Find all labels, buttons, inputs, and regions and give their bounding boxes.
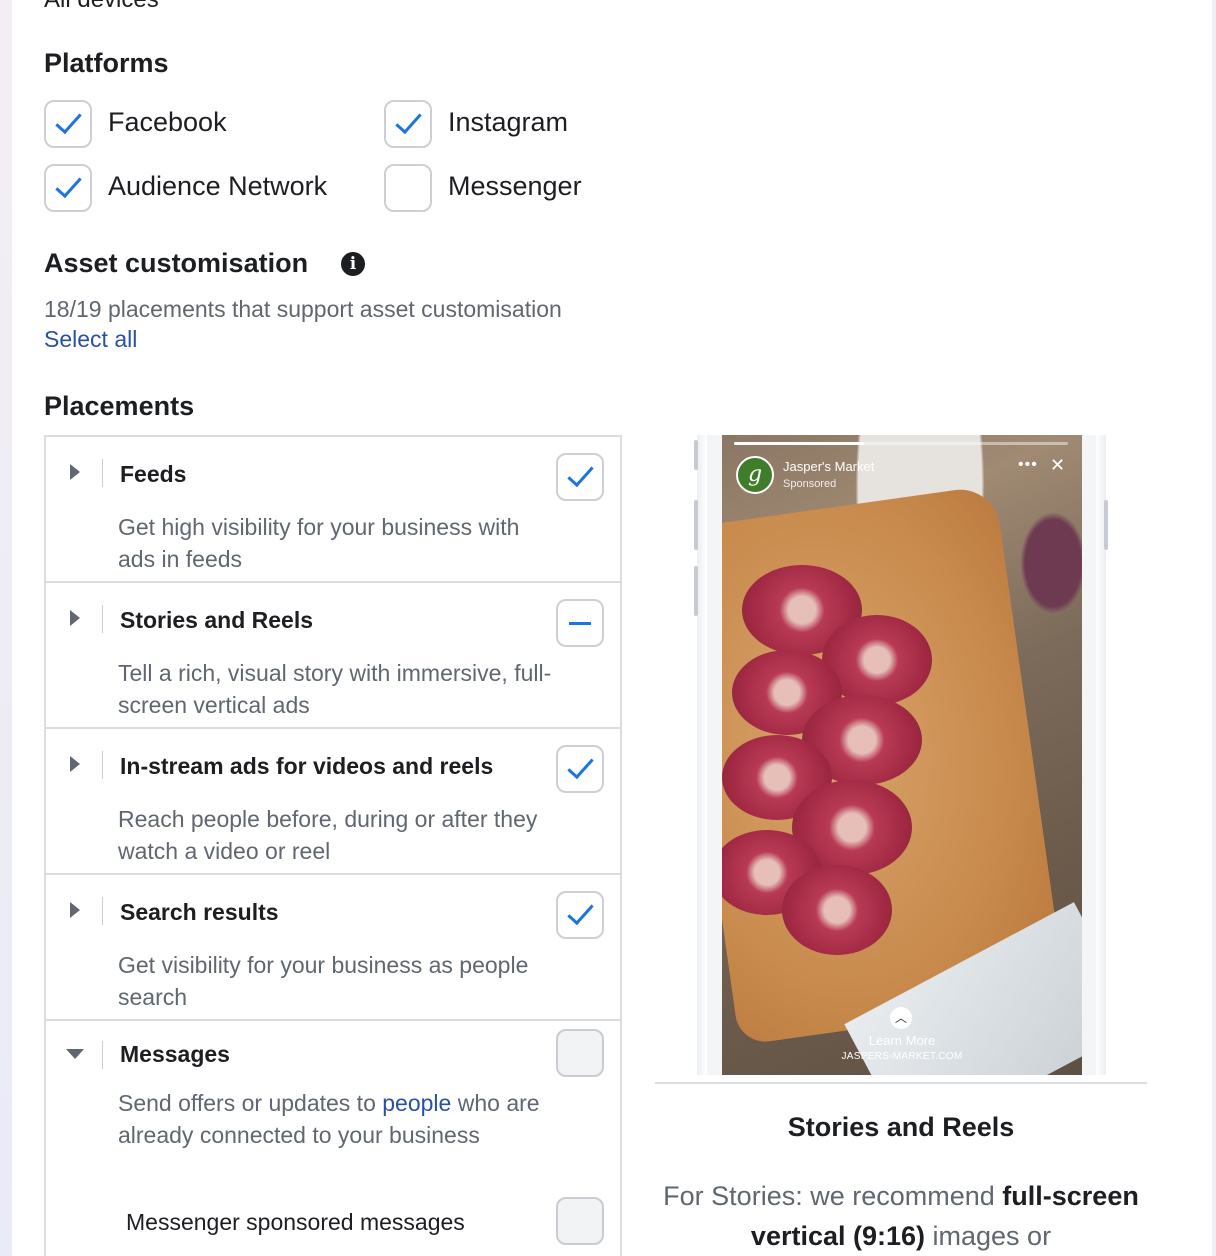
divider bbox=[102, 459, 103, 487]
ad-domain: JASPERS-MARKET.COM bbox=[841, 1051, 963, 1062]
placement-title: Stories and Reels bbox=[120, 607, 314, 633]
brand-logo[interactable]: g bbox=[736, 456, 774, 494]
placement-description: Tell a rich, visual story with immersive… bbox=[118, 660, 552, 718]
chevron-up-icon[interactable]: ︿ bbox=[890, 1007, 912, 1029]
expand-caret-icon[interactable] bbox=[70, 756, 80, 772]
placement-row-feeds: Feeds Get high visibility for your busin… bbox=[46, 437, 620, 583]
messenger-checkbox[interactable] bbox=[384, 164, 432, 212]
placements-list: Feeds Get high visibility for your busin… bbox=[44, 435, 622, 1256]
facebook-label[interactable]: Facebook bbox=[108, 107, 227, 138]
feeds-checkbox[interactable] bbox=[556, 453, 604, 501]
close-icon[interactable]: ✕ bbox=[1050, 455, 1065, 476]
divider bbox=[102, 605, 103, 633]
placement-description: Get high visibility for your business wi… bbox=[118, 514, 520, 572]
placement-description: Reach people before, during or after the… bbox=[118, 806, 538, 864]
placement-title: In-stream ads for videos and reels bbox=[120, 753, 494, 779]
placement-description: Get visibility for your business as peop… bbox=[118, 952, 529, 1010]
divider bbox=[102, 751, 103, 779]
divider bbox=[102, 1041, 103, 1069]
more-icon[interactable]: ••• bbox=[1018, 456, 1038, 474]
preview-divider bbox=[655, 1082, 1147, 1084]
messenger-label[interactable]: Messenger bbox=[448, 171, 582, 202]
asset-customisation-title: Asset customisation bbox=[44, 248, 309, 278]
collapse-caret-icon[interactable] bbox=[66, 1049, 84, 1059]
stories-reels-checkbox[interactable] bbox=[556, 599, 604, 647]
placement-title: Search results bbox=[120, 899, 279, 925]
story-progress-fill bbox=[734, 442, 865, 445]
devices-heading-partial: All devices bbox=[44, 0, 159, 14]
placement-row-search-results: Search results Get visibility for your b… bbox=[46, 875, 620, 1021]
instagram-checkbox[interactable] bbox=[384, 100, 432, 148]
phone-side-button bbox=[694, 440, 698, 470]
placement-description: Send offers or updates to people who are… bbox=[118, 1090, 540, 1148]
scroll-edge bbox=[1212, 0, 1216, 1256]
expand-caret-icon[interactable] bbox=[70, 902, 80, 918]
placement-title: Messages bbox=[120, 1041, 230, 1067]
placement-row-stories-reels: Stories and Reels Tell a rich, visual st… bbox=[46, 583, 620, 729]
sponsored-label: Sponsored bbox=[783, 478, 837, 490]
preview-description: For Stories: we recommend full-screen ve… bbox=[663, 1181, 1139, 1251]
learn-more-cta[interactable]: Learn More bbox=[722, 1033, 1082, 1048]
divider bbox=[102, 897, 103, 925]
search-results-checkbox[interactable] bbox=[556, 891, 604, 939]
phone-side-button bbox=[1104, 500, 1108, 550]
audience-network-label[interactable]: Audience Network bbox=[108, 171, 327, 202]
phone-side-button bbox=[694, 500, 698, 550]
info-icon[interactable]: i bbox=[341, 252, 365, 276]
placement-row-in-stream: In-stream ads for videos and reels Reach… bbox=[46, 729, 620, 875]
placements-title: Placements bbox=[44, 391, 195, 421]
messenger-sponsored-label: Messenger sponsored messages bbox=[126, 1209, 465, 1235]
phone-frame-left bbox=[697, 435, 707, 1075]
platforms-title: Platforms bbox=[44, 48, 169, 78]
asset-customisation-summary: 18/19 placements that support asset cust… bbox=[44, 296, 562, 322]
placement-row-messages: Messages Send offers or updates to peopl… bbox=[46, 1021, 620, 1256]
placement-title: Feeds bbox=[120, 461, 187, 487]
preview-title: Stories and Reels bbox=[787, 1112, 1015, 1142]
facebook-checkbox[interactable] bbox=[44, 100, 92, 148]
in-stream-checkbox[interactable] bbox=[556, 745, 604, 793]
messages-checkbox[interactable] bbox=[556, 1029, 604, 1077]
messenger-sponsored-checkbox[interactable] bbox=[556, 1197, 604, 1245]
people-link[interactable]: people bbox=[382, 1090, 451, 1116]
story-ad-preview: g Jasper's Market Sponsored ••• ✕ ︿ Lear… bbox=[722, 435, 1082, 1075]
select-all-link[interactable]: Select all bbox=[44, 326, 137, 353]
expand-caret-icon[interactable] bbox=[70, 610, 80, 626]
instagram-label[interactable]: Instagram bbox=[448, 107, 568, 138]
audience-network-checkbox[interactable] bbox=[44, 164, 92, 212]
fig-slice bbox=[782, 865, 892, 955]
phone-side-button bbox=[694, 566, 698, 616]
expand-caret-icon[interactable] bbox=[70, 464, 80, 480]
brand-name[interactable]: Jasper's Market bbox=[783, 459, 874, 474]
